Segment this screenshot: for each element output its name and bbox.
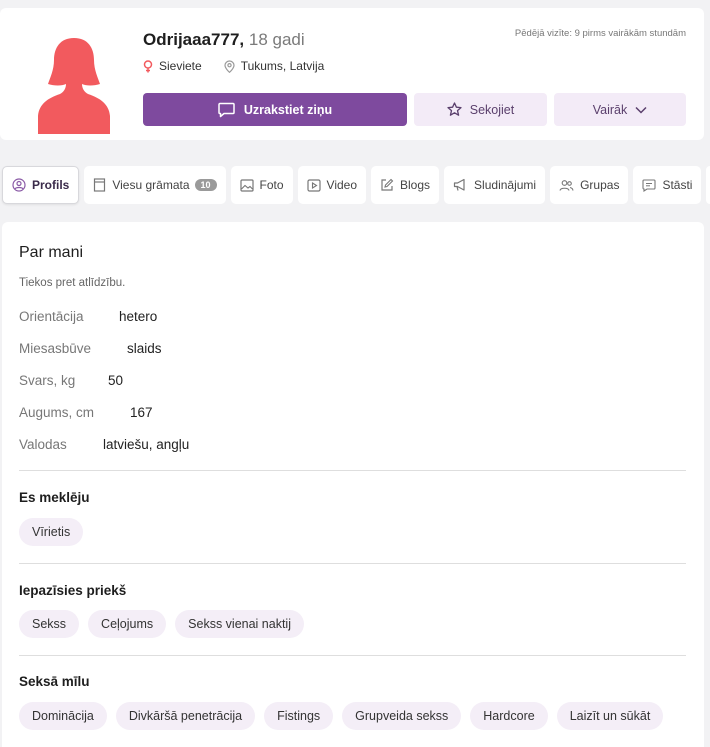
purpose-chips: Sekss Ceļojums Sekss vienai naktij [19,610,313,638]
attr-body-type: Miesasbūve slaids [19,341,162,356]
attr-languages: Valodas latviešu, angļu [19,437,190,452]
seeking-title: Es meklēju [19,490,90,505]
seeking-chip: Vīrietis [19,518,84,546]
profile-details: Par mani Tiekos pret atlīdzību. Orientāc… [2,222,704,747]
age: 18 gadi [248,30,305,49]
attr-weight: Svars, kg 50 [19,373,124,388]
tab-photo[interactable]: Foto [230,166,293,204]
chevron-down-icon [635,106,647,114]
last-visit: Pēdējā vizīte: 9 pirms vairākām stundām [514,28,686,39]
sex-likes-title: Seksā mīlu [19,674,90,689]
attr-orientation: Orientācija hetero [19,309,158,324]
users-icon [559,179,574,191]
tab-profile[interactable]: Profils [2,166,80,204]
tab-blogs[interactable]: Blogs [371,166,440,204]
sex-likes-chip: Dominācija [19,702,107,730]
about-title: Par mani [19,244,84,261]
star-icon [447,102,462,116]
sex-likes-chip: Grupveida sekss [342,702,462,730]
profile-meta: Sieviete Tukums, Latvija [143,59,346,73]
location: Tukums, Latvija [224,59,324,73]
sex-likes-chips: Dominācija Divkāršā penetrācija Fistings… [19,702,672,730]
tab-ads[interactable]: Sludinājumi [444,166,546,204]
more-button[interactable]: Vairāk [554,93,686,126]
attr-height: Augums, cm 167 [19,405,153,420]
message-icon [218,102,235,117]
megaphone-icon [453,178,465,191]
user-circle-icon [12,178,26,192]
female-symbol-icon [143,59,153,72]
image-icon [239,178,254,192]
profile-name: Odrijaaa777, 18 gadi [143,30,305,50]
gender: Sieviete [143,59,202,73]
write-message-button[interactable]: Uzrakstiet ziņu [143,93,407,126]
about-text: Tiekos pret atlīdzību. [19,277,126,289]
sex-likes-chip: Laizīt un sūkāt [556,702,664,730]
divider [19,563,686,564]
sex-likes-chip: Fistings [264,702,334,730]
guestbook-count-badge: 10 [194,179,217,191]
edit-icon [381,178,394,191]
chat-icon [642,178,657,192]
sex-likes-chip: Divkāršā penetrācija [115,702,256,730]
profile-header: Odrijaaa777, 18 gadi Pēdējā vizīte: 9 pi… [0,8,704,140]
purpose-chip: Ceļojums [88,610,167,638]
purpose-chip: Sekss [19,610,80,638]
tab-groups[interactable]: Grupas [550,166,629,204]
purpose-chip: Sekss vienai naktij [175,610,304,638]
tab-stories[interactable]: Stāsti [633,166,702,204]
tab-guestbook[interactable]: Viesu grāmata 10 [84,166,226,204]
female-avatar-icon [38,38,110,134]
username: Odrijaaa777, [143,30,245,49]
divider [19,470,686,471]
book-icon [94,178,106,192]
purpose-title: Iepazīsies priekš [19,583,127,598]
divider [19,655,686,656]
location-pin-icon [224,59,235,73]
profile-tabs: Profils Viesu grāmata 10 Foto Video Blog… [2,166,710,204]
follow-button[interactable]: Sekojiet [414,93,547,126]
tab-more-partial[interactable] [706,166,710,204]
tab-video[interactable]: Video [297,166,367,204]
sex-likes-chip: Hardcore [470,702,548,730]
video-icon [306,178,321,192]
seeking-chips: Vīrietis [19,518,92,546]
